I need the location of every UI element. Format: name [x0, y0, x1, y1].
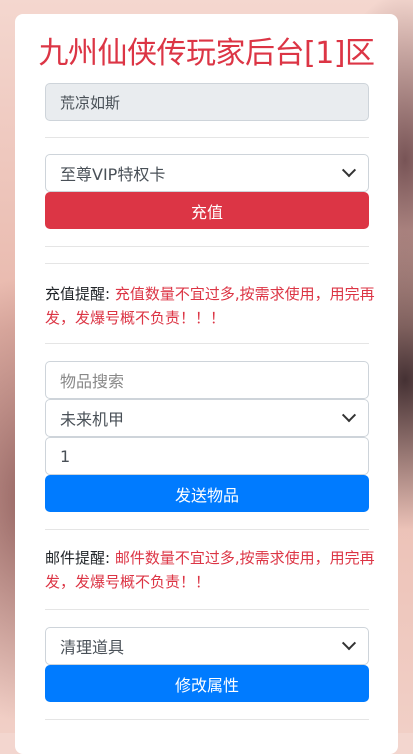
send-item-button[interactable]: 发送物品: [45, 475, 369, 512]
quantity-input[interactable]: 1: [45, 437, 369, 475]
divider: [45, 609, 369, 610]
chevron-down-icon: [341, 636, 357, 651]
recharge-notice: 充值提醒: 充值数量不宜过多,按需求使用，用完再发，发爆号概不负责！！！: [45, 282, 375, 330]
modify-option-select[interactable]: 清理道具: [45, 627, 369, 665]
divider: [45, 719, 369, 720]
mail-notice: 邮件提醒: 邮件数量不宜过多,按需求使用，用完再发，发爆号概不负责！！: [45, 546, 375, 594]
quantity-value: 1: [60, 446, 71, 466]
modify-option-value: 清理道具: [60, 638, 125, 657]
item-select-value: 未来机甲: [60, 410, 125, 429]
mail-notice-label: 邮件提醒:: [45, 549, 115, 567]
chevron-down-icon: [341, 163, 357, 178]
modify-attribute-button[interactable]: 修改属性: [45, 665, 369, 702]
divider: [45, 263, 369, 264]
divider: [45, 246, 369, 247]
recharge-notice-label: 充值提醒:: [45, 285, 115, 303]
divider: [45, 343, 369, 344]
item-search-placeholder: 物品搜索: [60, 372, 125, 391]
page-title: 九州仙侠传玩家后台[1]区: [38, 36, 376, 71]
divider: [45, 529, 369, 530]
recharge-item-value: 至尊VIP特权卡: [60, 165, 166, 184]
chevron-down-icon: [341, 408, 357, 423]
item-select[interactable]: 未来机甲: [45, 399, 369, 437]
main-card: 九州仙侠传玩家后台[1]区 荒凉如斯 至尊VIP特权卡 充值 充值提醒: 充值数…: [15, 14, 398, 754]
divider: [45, 137, 369, 138]
account-name-field: 荒凉如斯: [45, 83, 369, 121]
account-name-value: 荒凉如斯: [60, 93, 121, 112]
item-search-input[interactable]: 物品搜索: [45, 361, 369, 399]
recharge-button[interactable]: 充值: [45, 192, 369, 229]
recharge-item-select[interactable]: 至尊VIP特权卡: [45, 154, 369, 192]
